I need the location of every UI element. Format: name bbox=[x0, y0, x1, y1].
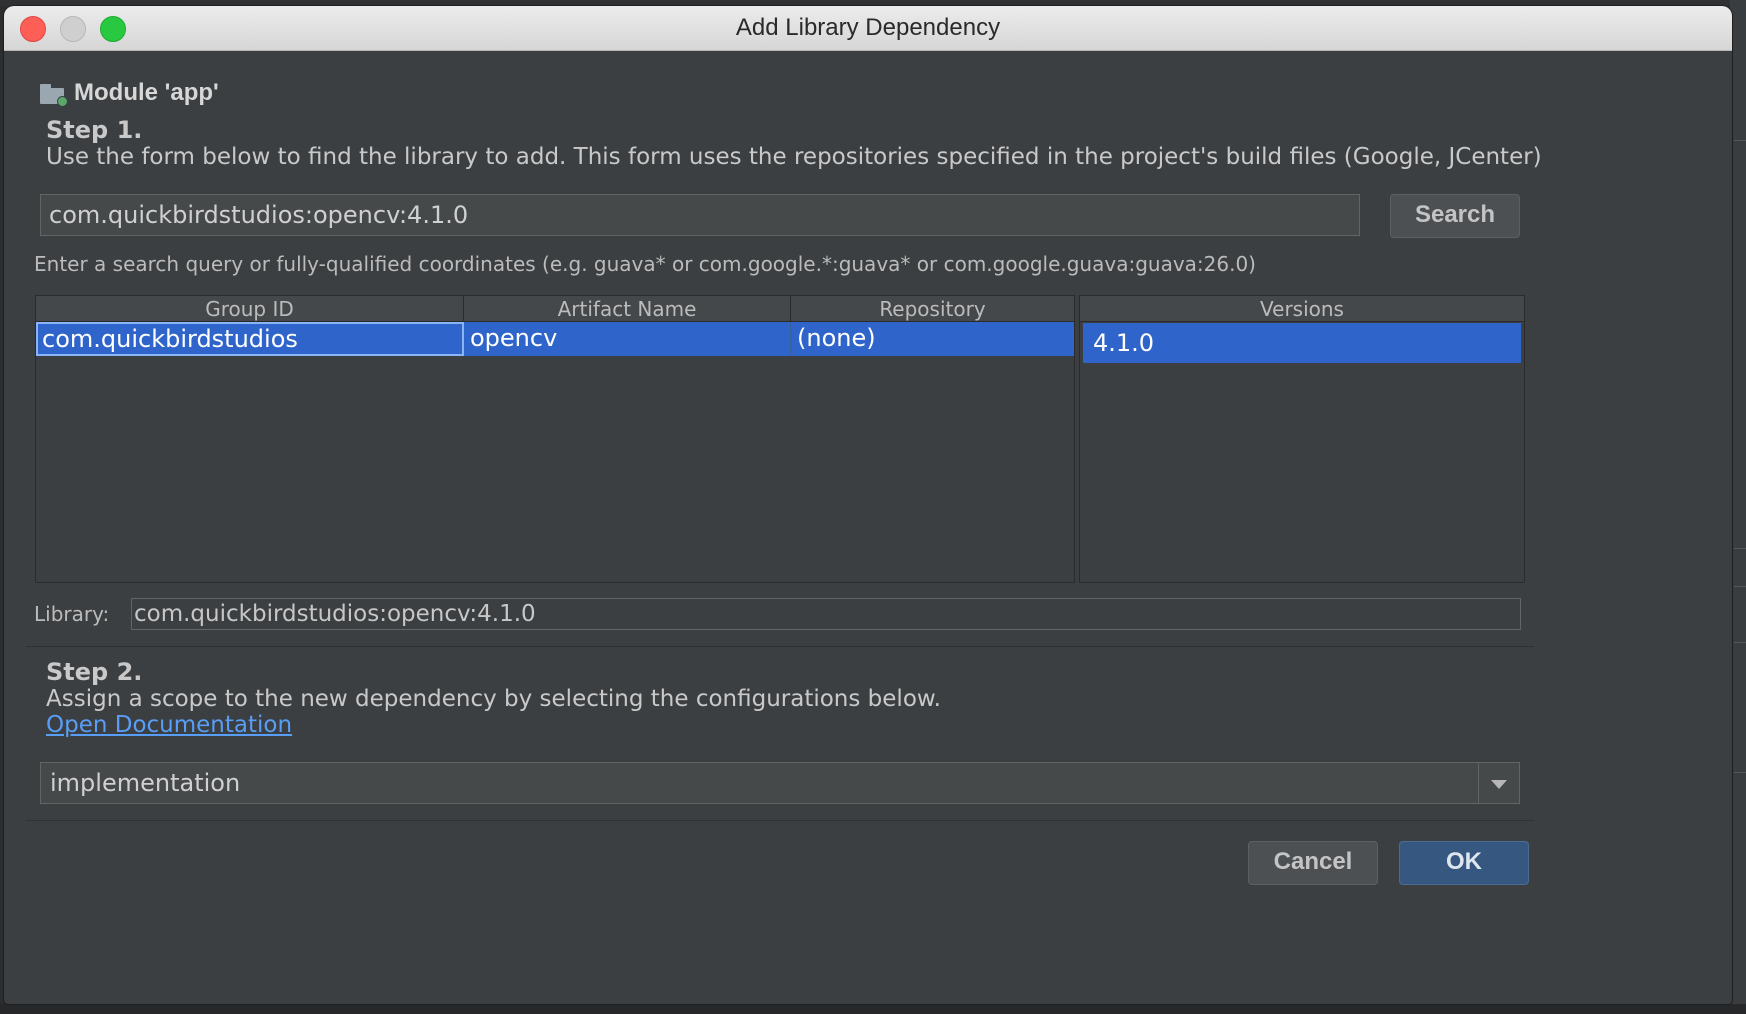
column-header-group-id[interactable]: Group ID bbox=[36, 296, 464, 322]
background-window-edge bbox=[0, 1004, 1746, 1014]
column-header-artifact-name[interactable]: Artifact Name bbox=[464, 296, 791, 322]
search-button[interactable]: Search bbox=[1390, 194, 1520, 238]
table-row-group-id[interactable]: com.quickbirdstudios bbox=[36, 322, 464, 356]
ok-button[interactable]: OK bbox=[1399, 841, 1529, 885]
scope-selected-value: implementation bbox=[50, 769, 241, 797]
library-search-input[interactable]: com.quickbirdstudios:opencv:4.1.0 bbox=[40, 194, 1360, 236]
open-documentation-link[interactable]: Open Documentation bbox=[46, 712, 292, 738]
library-label: Library: bbox=[34, 602, 110, 626]
library-coordinates-field[interactable]: com.quickbirdstudios:opencv:4.1.0 bbox=[131, 598, 1521, 630]
chevron-down-icon bbox=[1491, 780, 1507, 789]
versions-list: Versions 4.1.0 bbox=[1079, 295, 1525, 583]
section-divider bbox=[26, 646, 1534, 647]
step2-description: Assign a scope to the new dependency by … bbox=[46, 686, 941, 712]
search-results-table: Group ID Artifact Name Repository com.qu… bbox=[35, 295, 1075, 583]
window-title: Add Library Dependency bbox=[735, 14, 1001, 41]
background-window-edge bbox=[1730, 0, 1746, 1014]
section-divider bbox=[26, 820, 1534, 821]
table-row-artifact[interactable]: opencv bbox=[464, 322, 791, 356]
step2-title: Step 2. bbox=[46, 658, 143, 686]
search-hint: Enter a search query or fully-qualified … bbox=[34, 252, 1256, 276]
module-header: Module 'app' bbox=[40, 78, 219, 108]
version-item[interactable]: 4.1.0 bbox=[1083, 323, 1521, 363]
title-bar: Add Library Dependency bbox=[4, 6, 1732, 51]
scope-dropdown[interactable]: implementation bbox=[40, 762, 1520, 804]
column-header-versions: Versions bbox=[1080, 296, 1524, 322]
column-header-repository[interactable]: Repository bbox=[791, 296, 1074, 322]
module-label: Module 'app' bbox=[74, 79, 219, 106]
add-library-dependency-dialog: Add Library Dependency Module 'app' Step… bbox=[4, 6, 1732, 1004]
cancel-button[interactable]: Cancel bbox=[1248, 841, 1378, 885]
step1-description: Use the form below to find the library t… bbox=[46, 144, 1542, 170]
dropdown-toggle[interactable] bbox=[1478, 763, 1519, 803]
table-row-repository[interactable]: (none) bbox=[791, 322, 1074, 356]
module-folder-icon bbox=[40, 82, 68, 107]
step1-title: Step 1. bbox=[46, 116, 143, 144]
